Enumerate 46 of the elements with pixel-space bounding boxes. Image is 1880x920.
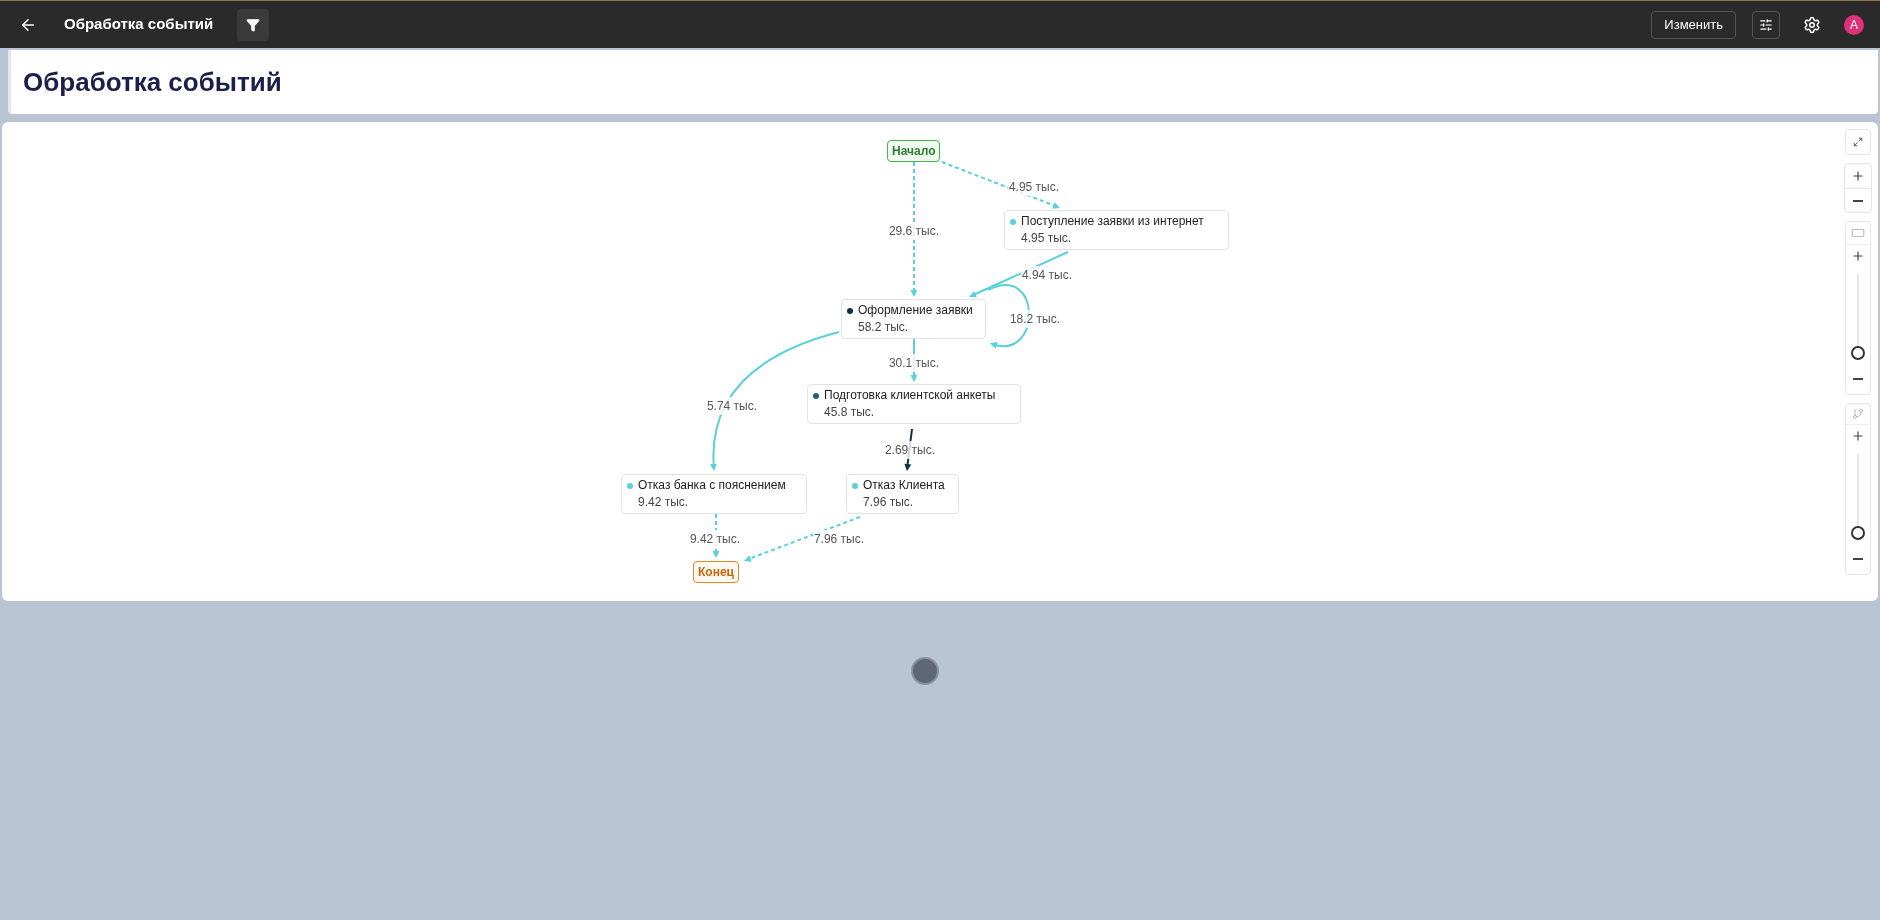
edge-label: 2.69 тыс. xyxy=(883,441,937,459)
end-node[interactable]: Конец xyxy=(693,561,739,583)
slider-track[interactable] xyxy=(1851,454,1865,540)
node-count: 7.96 тыс. xyxy=(862,494,915,511)
node-label: Отказ банка с пояснением xyxy=(638,477,786,494)
node-label: Оформление заявки xyxy=(858,302,973,319)
slider-thumb[interactable] xyxy=(1851,526,1865,540)
sliders-icon xyxy=(1759,17,1773,32)
node-count: 4.95 тыс. xyxy=(1020,230,1073,247)
branch-icon xyxy=(1852,408,1864,420)
activity-node[interactable]: Отказ банка с пояснением 9.42 тыс. xyxy=(621,474,807,514)
start-node[interactable]: Начало xyxy=(887,140,941,162)
page-title: Обработка событий xyxy=(22,65,282,99)
node-count: 9.42 тыс. xyxy=(637,494,690,511)
node-label: Отказ Клиента xyxy=(863,477,945,494)
activity-node[interactable]: Оформление заявки 58.2 тыс. xyxy=(841,299,986,339)
edge-label: 29.6 тыс. xyxy=(887,222,941,240)
minus-icon xyxy=(1853,378,1863,380)
expand-icon xyxy=(1853,137,1863,147)
filter-icon xyxy=(246,17,261,32)
activity-node[interactable]: Поступление заявки из интернет 4.95 тыс. xyxy=(1004,210,1229,250)
header-title: Обработка событий xyxy=(63,14,215,35)
plus-icon xyxy=(1851,169,1865,183)
slider-track[interactable] xyxy=(1851,274,1865,360)
slider-thumb[interactable] xyxy=(1851,346,1865,360)
edit-button[interactable]: Изменить xyxy=(1651,10,1736,39)
filter-button[interactable] xyxy=(237,8,270,41)
node-label: Подготовка клиентской анкеты xyxy=(824,387,996,404)
activity-node[interactable]: Подготовка клиентской анкеты 45.8 тыс. xyxy=(807,384,1021,424)
avatar[interactable]: A xyxy=(1844,14,1864,35)
loading-indicator xyxy=(911,657,939,685)
node-label: Поступление заявки из интернет xyxy=(1021,213,1204,230)
minus-icon xyxy=(1853,558,1863,560)
edge-label: 30.1 тыс. xyxy=(887,354,941,372)
minus-icon xyxy=(1853,199,1863,202)
settings-icon xyxy=(1803,15,1821,34)
node-count: 58.2 тыс. xyxy=(857,319,910,336)
plus-icon xyxy=(1851,428,1865,443)
edge-label: 9.42 тыс. xyxy=(688,530,742,548)
edge-label: 5.74 тыс. xyxy=(705,397,759,415)
node-count: 45.8 тыс. xyxy=(823,404,876,421)
rectangle-icon xyxy=(1851,226,1865,240)
edge-label: 18.2 тыс. xyxy=(1008,310,1062,328)
activity-node[interactable]: Отказ Клиента 7.96 тыс. xyxy=(846,474,959,514)
plus-icon xyxy=(1851,248,1865,263)
settings-toggle-button[interactable] xyxy=(1752,10,1780,39)
